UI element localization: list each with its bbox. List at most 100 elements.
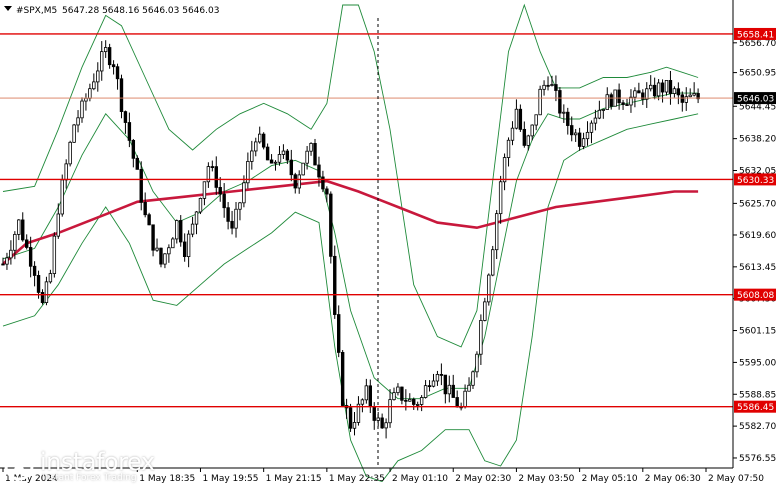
candle-body bbox=[88, 88, 92, 99]
y-tick-label: 5613.45 bbox=[739, 263, 776, 273]
candle-body bbox=[431, 380, 436, 387]
candle-body bbox=[289, 159, 294, 176]
y-tick-label: 5638.20 bbox=[739, 135, 776, 145]
candle-body bbox=[147, 214, 151, 226]
candle-body bbox=[226, 207, 230, 222]
candle-body bbox=[182, 241, 187, 257]
candle-body bbox=[479, 320, 483, 355]
candle-body bbox=[601, 109, 606, 111]
candle-body bbox=[518, 108, 523, 130]
y-tick-label: 5582.70 bbox=[739, 422, 776, 432]
candle-body bbox=[13, 233, 17, 251]
candle-body bbox=[558, 90, 562, 114]
candle-body bbox=[589, 122, 594, 133]
candle-body bbox=[84, 97, 88, 102]
candle-body bbox=[487, 274, 491, 303]
candle-body bbox=[672, 88, 677, 94]
candle-body bbox=[36, 275, 41, 293]
candle-body bbox=[329, 193, 333, 257]
candle-body bbox=[593, 117, 598, 124]
x-tick-label: 2 May 01:10 bbox=[392, 474, 448, 484]
candle-body bbox=[202, 181, 207, 199]
candle-body bbox=[64, 163, 68, 181]
candle-body bbox=[218, 187, 222, 195]
candle-body bbox=[76, 117, 80, 126]
candle-body bbox=[100, 51, 104, 72]
candle-body bbox=[451, 384, 455, 398]
candle-body bbox=[269, 159, 274, 164]
chart-header-symbol: #SPX,M5 bbox=[16, 6, 57, 16]
candle-body bbox=[542, 84, 546, 90]
candle-body bbox=[676, 88, 681, 96]
candle-body bbox=[573, 132, 578, 136]
candle-body bbox=[550, 84, 554, 86]
candle-body bbox=[119, 78, 124, 112]
candle-body bbox=[305, 150, 309, 164]
candle-body bbox=[24, 239, 29, 248]
candle-body bbox=[498, 181, 503, 215]
candle-body bbox=[238, 202, 242, 210]
candle-body bbox=[475, 353, 479, 373]
candle-body bbox=[352, 422, 357, 429]
candle-body bbox=[261, 133, 266, 148]
candle-body bbox=[372, 406, 376, 421]
candle-body bbox=[301, 162, 305, 176]
y-tick-label: 5601.15 bbox=[739, 327, 776, 337]
candle-body bbox=[9, 249, 13, 259]
candle-body bbox=[337, 314, 341, 353]
current-price-label: 5646.03 bbox=[737, 95, 774, 105]
candle-body bbox=[546, 84, 550, 87]
candle-body bbox=[368, 385, 372, 407]
candle-body bbox=[625, 104, 629, 106]
candle-body bbox=[123, 111, 128, 123]
candle-body bbox=[348, 407, 353, 429]
candle-body bbox=[190, 223, 195, 235]
candle-body bbox=[163, 253, 167, 265]
candle-body bbox=[230, 220, 234, 229]
candle-body bbox=[52, 235, 57, 274]
candle-body bbox=[159, 247, 163, 265]
candle-body bbox=[340, 352, 345, 406]
candle-body bbox=[534, 114, 538, 126]
candle-body bbox=[660, 82, 665, 93]
candle-body bbox=[423, 385, 428, 398]
candle-body bbox=[637, 90, 641, 94]
candle-body bbox=[415, 404, 420, 406]
candle-body bbox=[103, 47, 108, 53]
candle-body bbox=[463, 390, 467, 408]
candle-body bbox=[44, 281, 49, 303]
candle-body bbox=[254, 141, 258, 152]
candle-body bbox=[605, 94, 609, 110]
candle-body bbox=[56, 213, 60, 237]
candle-body bbox=[135, 157, 139, 170]
candle-body bbox=[664, 80, 669, 93]
candle-body bbox=[333, 255, 337, 315]
x-tick-label: 1 May 21:15 bbox=[266, 474, 322, 484]
level-tag-label: 5586.45 bbox=[737, 403, 774, 413]
candle-body bbox=[92, 81, 96, 90]
candle-body bbox=[645, 88, 649, 100]
watermark-tagline: Instant Forex Trading bbox=[42, 472, 137, 483]
candle-body bbox=[48, 273, 53, 283]
candle-body bbox=[171, 238, 175, 249]
candle-body bbox=[467, 384, 471, 392]
candle-body bbox=[155, 247, 159, 251]
candle-body bbox=[111, 64, 116, 68]
candle-body bbox=[435, 374, 440, 382]
candle-body bbox=[242, 182, 246, 204]
candle-body bbox=[265, 146, 270, 161]
candle-body bbox=[439, 374, 444, 376]
candle-body bbox=[281, 150, 286, 155]
candle-body bbox=[617, 89, 621, 104]
candle-body bbox=[293, 174, 297, 189]
x-tick-label: 2 May 02:30 bbox=[455, 474, 511, 484]
candle-body bbox=[562, 111, 566, 114]
candle-body bbox=[522, 128, 527, 146]
candle-body bbox=[277, 154, 282, 163]
candle-body bbox=[419, 397, 424, 405]
candle-body bbox=[151, 224, 155, 251]
candle-body bbox=[530, 124, 534, 137]
candle-body bbox=[526, 135, 530, 146]
candle-body bbox=[32, 265, 37, 276]
price-chart[interactable]: 5656.705650.955644.455638.205632.055625.… bbox=[0, 0, 781, 489]
